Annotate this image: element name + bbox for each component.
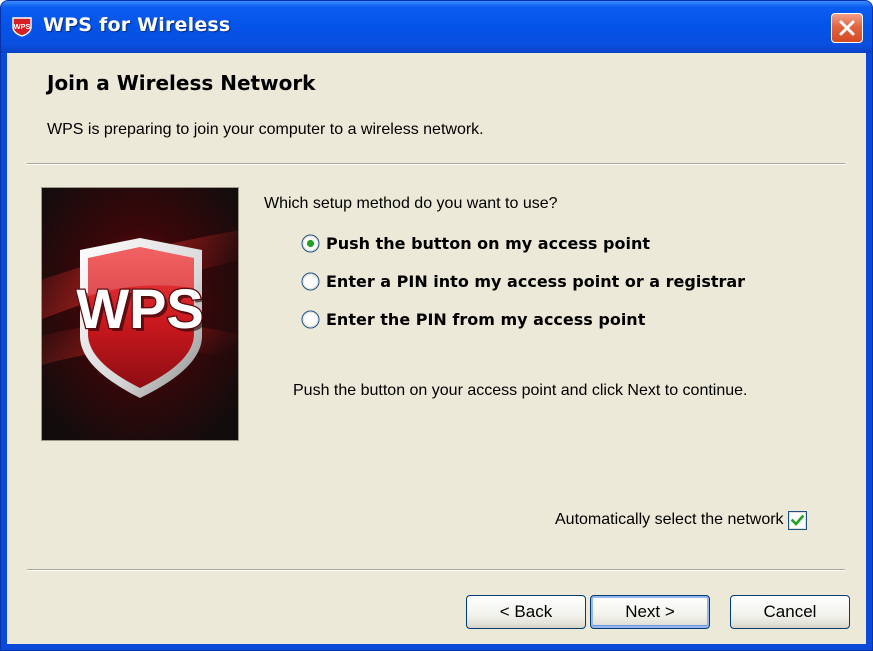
cancel-button[interactable]: Cancel xyxy=(730,595,850,629)
radio-enter-pin-registrar[interactable]: Enter a PIN into my access point or a re… xyxy=(301,269,745,293)
next-button[interactable]: Next > xyxy=(590,595,710,629)
header-panel: Join a Wireless Network WPS is preparing… xyxy=(7,53,866,163)
setup-method-question: Which setup method do you want to use? xyxy=(264,195,558,212)
header-divider xyxy=(27,163,845,165)
radio-unselected-icon[interactable] xyxy=(301,272,320,291)
instruction-text: Push the button on your access point and… xyxy=(293,382,748,399)
radio-pin-from-access-point[interactable]: Enter the PIN from my access point xyxy=(301,307,645,331)
wps-dialog-window: WPS WPS for Wireless Join a Wireless Net… xyxy=(0,0,873,651)
radio-label: Push the button on my access point xyxy=(326,233,650,253)
page-title: Join a Wireless Network xyxy=(47,71,316,95)
radio-label: Enter the PIN from my access point xyxy=(326,309,646,329)
wps-logo-text: WPS xyxy=(76,277,204,340)
wps-logo-image: WPS WPS xyxy=(41,187,239,441)
radio-unselected-icon[interactable] xyxy=(301,310,320,329)
checkbox-checked-icon[interactable] xyxy=(787,510,807,530)
back-button[interactable]: < Back xyxy=(466,595,586,629)
radio-selected-icon[interactable] xyxy=(301,234,320,253)
svg-text:WPS: WPS xyxy=(13,22,30,31)
page-subtitle: WPS is preparing to join your computer t… xyxy=(47,121,484,138)
close-icon xyxy=(839,20,855,36)
auto-select-network-option[interactable]: Automatically select the network xyxy=(555,509,807,531)
auto-select-label: Automatically select the network xyxy=(555,511,784,528)
radio-label: Enter a PIN into my access point or a re… xyxy=(326,271,746,291)
footer-divider xyxy=(27,569,845,571)
close-button[interactable] xyxy=(831,13,863,43)
wps-app-icon: WPS xyxy=(11,15,33,37)
radio-push-button[interactable]: Push the button on my access point xyxy=(301,231,650,255)
dialog-body: Join a Wireless Network WPS is preparing… xyxy=(7,53,866,644)
title-bar[interactable]: WPS WPS for Wireless xyxy=(1,1,872,53)
window-title: WPS for Wireless xyxy=(43,14,231,36)
